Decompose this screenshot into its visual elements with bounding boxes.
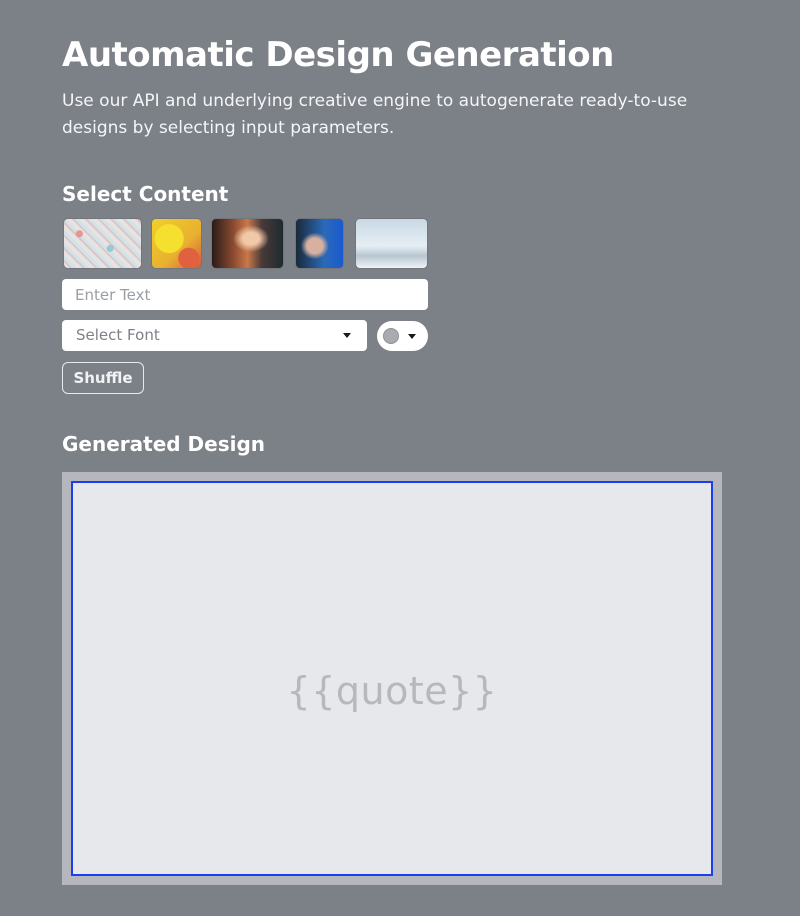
font-select-value: Select Font — [76, 326, 160, 344]
page: Automatic Design Generation Use our API … — [0, 0, 800, 916]
chevron-down-icon — [343, 333, 351, 338]
generated-design-canvas[interactable]: {{quote}} — [71, 481, 713, 876]
thumbnail-blurred-portrait[interactable] — [296, 219, 343, 268]
thumbnail-blurred-lights[interactable] — [212, 219, 283, 268]
color-picker[interactable] — [377, 321, 428, 351]
quote-placeholder: {{quote}} — [286, 669, 498, 713]
color-swatch-icon — [383, 328, 399, 344]
thumbnail-clouds[interactable] — [356, 219, 427, 268]
font-select[interactable]: Select Font — [62, 320, 367, 351]
page-subtitle: Use our API and underlying creative engi… — [62, 91, 688, 138]
page-title: Automatic Design Generation — [62, 35, 614, 75]
generated-design-frame: {{quote}} — [62, 472, 722, 885]
thumbnail-yellow-paint[interactable] — [152, 219, 201, 268]
enter-text-input[interactable] — [62, 279, 428, 310]
shuffle-button[interactable]: Shuffle — [62, 362, 144, 394]
chevron-down-icon — [408, 334, 416, 339]
thumbnail-pattern[interactable] — [64, 219, 141, 268]
select-content-heading: Select Content — [62, 182, 229, 206]
generated-design-heading: Generated Design — [62, 432, 266, 456]
